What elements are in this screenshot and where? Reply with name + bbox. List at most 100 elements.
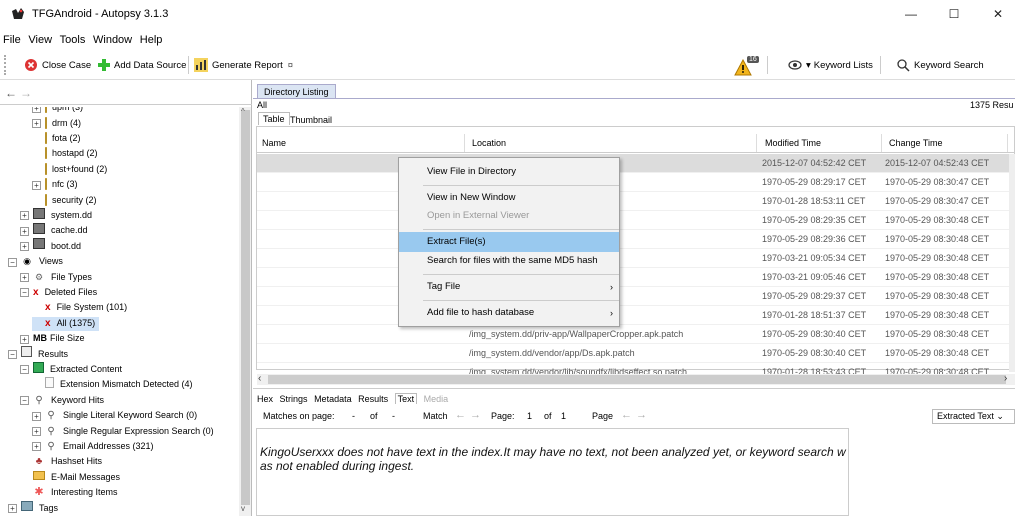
tab-directory-listing[interactable]: Directory Listing [257,84,336,99]
keyword-search-button[interactable]: Keyword Search [896,55,984,75]
column-header-change-time[interactable]: Change Time [884,134,1008,152]
tree-item[interactable]: + ⚙ File Types [20,270,92,284]
tree-item[interactable]: − x Deleted Files [20,286,97,300]
tab-results[interactable]: Results [358,394,388,404]
tree-item[interactable]: − Results [8,346,68,361]
table-row[interactable]: xpronto_wlan.ko.patchronto_wlan.ko.patch… [257,268,1015,287]
table-row[interactable]: xKingoUserxxx/img_system.dd/app/KingoUse… [257,154,1015,173]
tab-text[interactable]: Text [394,393,418,404]
prev-page-icon[interactable]: ← [621,409,632,421]
extracted-text-dropdown[interactable]: Extracted Text ⌄ [932,409,1015,424]
tree-item[interactable]: + boot.dd [20,238,81,254]
tree-item[interactable]: − Extracted Content [20,361,122,377]
expand-icon[interactable]: + [20,272,29,282]
forward-arrow-icon[interactable]: → [20,86,32,100]
scroll-down-icon[interactable]: v [241,504,245,513]
next-page-icon[interactable]: → [636,409,647,421]
tree-item[interactable]: x File System (101) [32,301,127,315]
table-scrollbar[interactable] [1009,154,1015,372]
tree-item[interactable]: E-Mail Messages [20,470,120,485]
tree-item[interactable]: + nfc (3) [32,178,78,192]
table-row[interactable]: xDs.apk.patch/img_system.dd/vendor/app/D… [257,344,1015,363]
minimize-button[interactable]: — [894,4,928,24]
menu-tag-file[interactable]: Tag File › [399,277,619,297]
close-case-button[interactable]: Close Case [24,55,91,75]
scroll-up-icon[interactable]: ^ [241,107,245,116]
tree-item[interactable]: + Tags [8,500,58,515]
column-header-name[interactable]: Name [257,134,465,152]
tree-item[interactable]: hostapd (2) [32,147,98,161]
tab-thumbnail[interactable]: Thumbnail [290,115,332,125]
maximize-button[interactable]: ☐ [937,4,971,24]
column-header-location[interactable]: Location [467,134,757,152]
back-arrow-icon[interactable]: ← [5,86,17,100]
menu-tools[interactable]: Tools [60,34,86,46]
add-data-source-button[interactable]: Add Data Source [96,55,186,75]
menu-add-to-hash-database[interactable]: Add file to hash database › [399,303,619,323]
keyword-lists-button[interactable]: ▾ Keyword Lists [788,55,873,75]
expand-icon[interactable]: + [32,442,41,452]
tree-item[interactable]: + ⚲ Single Regular Expression Search (0) [32,424,214,438]
collapse-icon[interactable]: − [20,365,29,375]
prev-match-icon[interactable]: ← [455,409,466,421]
collapse-icon[interactable]: − [20,396,29,406]
expand-icon[interactable]: + [32,107,41,113]
tree-item[interactable]: + ⚲ Email Addresses (321) [32,440,154,454]
tree-item[interactable]: Extension Mismatch Detected (4) [32,376,193,392]
menu-file[interactable]: File [3,34,21,46]
table-row[interactable]: xMRS_Nubico.apk.patchco.apk.patch1970-01… [257,306,1015,325]
table-row[interactable]: xmcDrvModule.ko.patchdule.ko.patch1970-0… [257,287,1015,306]
tree-item[interactable]: + upm (3) [32,107,83,115]
table-row[interactable]: xwm.odex.patch.patch1970-05-29 08:29:36 … [257,230,1015,249]
next-match-icon[interactable]: → [470,409,481,421]
expand-icon[interactable]: + [32,118,41,128]
scroll-right-icon[interactable]: › [1004,373,1007,384]
tab-strings[interactable]: Strings [280,394,308,404]
tree-item[interactable]: fota (2) [32,132,81,146]
tree-scrollbar-thumb[interactable] [241,110,250,505]
collapse-icon[interactable]: − [20,288,29,298]
menu-extract-files[interactable]: Extract File(s) [399,232,619,252]
table-row[interactable]: xWallpaperCropper.apk.patch/img_system.d… [257,325,1015,344]
scroll-left-icon[interactable]: ‹ [258,373,261,384]
close-window-button[interactable]: ✕ [981,4,1015,24]
tree-item[interactable]: − ⚲ Keyword Hits [20,394,104,408]
column-header-modified-time[interactable]: Modified Time [760,134,882,152]
tree-item[interactable]: lost+found (2) [32,162,107,177]
expand-icon[interactable]: + [32,411,41,421]
warning-alert-button[interactable]: 16 [734,56,759,76]
table-row[interactable]: xzh-TW.pak.patchpaks/zh-TW.pak.patch1970… [257,211,1015,230]
expand-icon[interactable]: + [20,242,29,252]
expand-icon[interactable]: + [32,180,41,190]
tree-item[interactable]: ♣ Hashset Hits [20,455,102,469]
table-row[interactable]: xWCNSS_qcom_cfg.ini.patchm_cfg.ini.patch… [257,192,1015,211]
tree-item[interactable]: + cache.dd [20,222,88,238]
menu-open-in-external-viewer[interactable]: Open in External Viewer [399,206,619,226]
tree-item[interactable]: − ◉ Views [8,255,63,269]
tab-metadata[interactable]: Metadata [314,394,352,404]
tab-hex[interactable]: Hex [257,394,273,404]
menu-view-file-in-directory[interactable]: View File in Directory [399,162,619,182]
collapse-icon[interactable]: − [8,257,17,267]
menu-help[interactable]: Help [140,34,163,46]
expand-icon[interactable]: + [20,334,29,344]
horizontal-scrollbar-thumb[interactable] [268,375,1006,384]
tree-item[interactable]: + MB File Size [20,332,85,346]
tree-item[interactable]: security (2) [32,193,97,207]
collapse-icon[interactable]: − [8,349,17,359]
menu-window[interactable]: Window [93,34,132,46]
menu-search-same-md5[interactable]: Search for files with the same MD5 hash [399,251,619,271]
expand-icon[interactable]: + [20,226,29,236]
tree-item[interactable]: + ⚲ Single Literal Keyword Search (0) [32,409,197,423]
expand-icon[interactable]: + [32,426,41,436]
tab-media[interactable]: Media [424,394,449,404]
tree-item[interactable]: + system.dd [20,207,92,223]
generate-report-button[interactable]: Generate Report ¤ [194,55,293,75]
tab-table[interactable]: Table [258,112,290,125]
expand-icon[interactable]: + [8,503,17,513]
table-row[interactable]: xaudio.primary.msm8916.so.pmsm8916.so.pa… [257,249,1015,268]
menu-view[interactable]: View [28,34,52,46]
expand-icon[interactable]: + [20,211,29,221]
tree-item[interactable]: + drm (4) [32,116,81,130]
table-row[interactable]: xotacerts.zip.patch.zip.patch1970-05-29 … [257,173,1015,192]
